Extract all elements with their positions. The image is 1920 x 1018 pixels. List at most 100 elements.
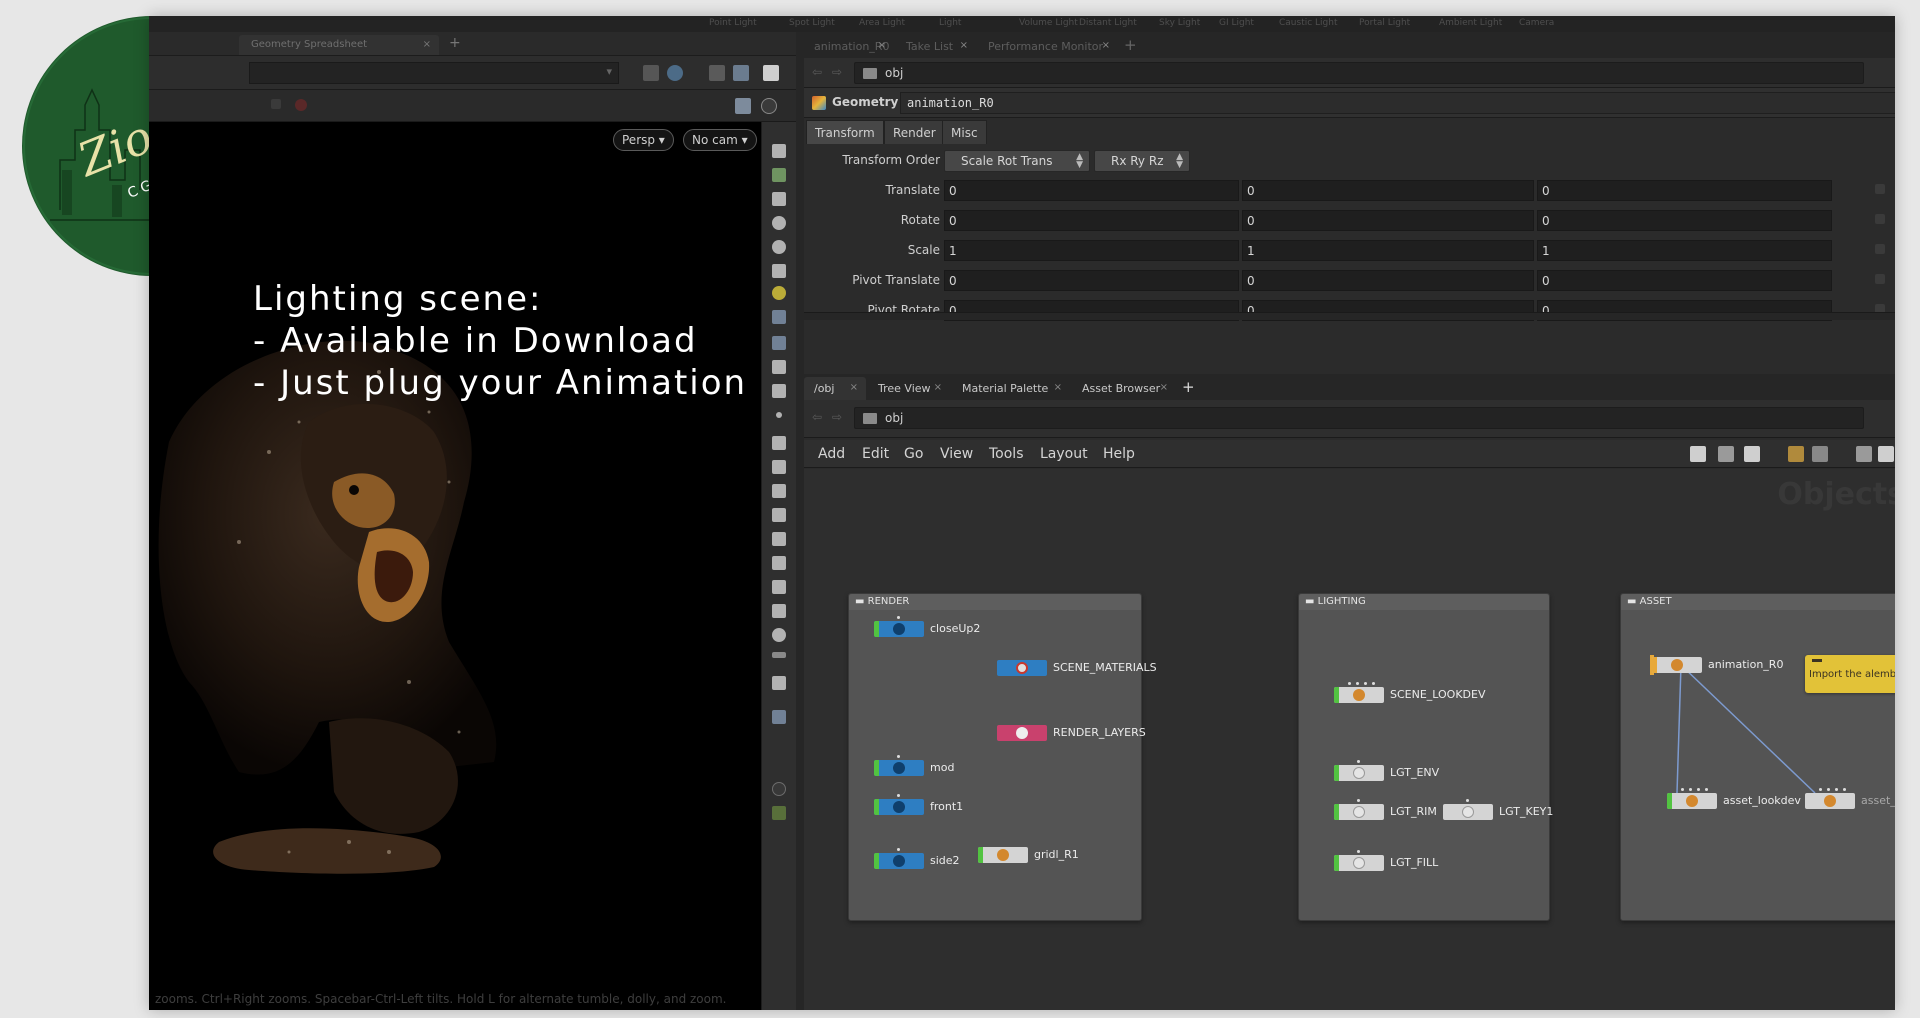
display-icon[interactable] xyxy=(709,65,725,81)
tab-animation[interactable]: animation_R0 × xyxy=(804,35,894,58)
info-icon[interactable] xyxy=(772,782,786,796)
scale-z-field[interactable]: 1 xyxy=(1537,240,1832,261)
corner-icon[interactable] xyxy=(772,556,786,570)
shelf-tool-label[interactable]: Portal Light xyxy=(1359,18,1410,28)
sticky-collapse-icon[interactable] xyxy=(1812,659,1822,662)
shelf-tool-label[interactable]: Spot Light xyxy=(789,18,835,28)
close-icon[interactable]: × xyxy=(878,40,886,51)
layout-icon[interactable] xyxy=(772,806,786,820)
eye-icon[interactable] xyxy=(772,144,786,158)
add-tab-icon[interactable]: + xyxy=(449,35,461,51)
no-cam-button[interactable]: No cam ▾ xyxy=(683,129,757,151)
rotation-order-menu[interactable]: Rx Ry Rz ▲ ▼ xyxy=(1094,150,1190,172)
display-options-icon[interactable] xyxy=(735,98,751,114)
snap-icon[interactable] xyxy=(772,216,786,230)
back-arrow-icon[interactable]: ⇦ xyxy=(812,410,822,424)
transform-order-menu[interactable]: Scale Rot Trans ▲ ▼ xyxy=(944,150,1090,172)
param-path-field[interactable]: obj xyxy=(854,62,1864,84)
node-display-flag[interactable] xyxy=(978,847,983,863)
wrench-icon[interactable] xyxy=(1690,446,1706,462)
image-icon[interactable] xyxy=(1856,446,1872,462)
tab-tree-view[interactable]: Tree View × xyxy=(868,377,950,400)
close-icon[interactable]: × xyxy=(1102,40,1110,51)
node-display-flag[interactable] xyxy=(1334,855,1339,871)
close-icon[interactable]: × xyxy=(1160,382,1168,393)
pivot-icon[interactable] xyxy=(772,604,786,618)
shelf-tool-label[interactable]: Ambient Light xyxy=(1439,18,1502,28)
pivot-translate-x-field[interactable]: 0 xyxy=(944,270,1239,291)
node-display-flag[interactable] xyxy=(874,621,879,637)
grid-icon[interactable] xyxy=(1788,446,1804,462)
close-icon[interactable]: × xyxy=(960,40,968,51)
tab-obj[interactable]: /obj × xyxy=(804,377,866,400)
location-icon[interactable] xyxy=(772,710,786,724)
chevron-down-icon[interactable]: ▾ xyxy=(606,65,612,78)
close-icon[interactable]: × xyxy=(423,39,431,50)
grid-icon[interactable] xyxy=(772,676,786,690)
lock-icon[interactable] xyxy=(772,192,786,206)
number-icon[interactable] xyxy=(772,484,786,498)
node-name-field[interactable]: animation_R0 xyxy=(900,92,1895,114)
list-icon[interactable] xyxy=(1744,446,1760,462)
tab-transform[interactable]: Transform xyxy=(806,120,884,144)
keyframe-icon[interactable] xyxy=(1875,244,1885,254)
shelf-tool-label[interactable]: Light xyxy=(939,18,961,28)
tab-material-palette[interactable]: Material Palette × xyxy=(952,377,1070,400)
menu-add[interactable]: Add xyxy=(818,446,845,462)
stack-icon[interactable] xyxy=(772,532,786,546)
network-icon[interactable] xyxy=(733,65,749,81)
camera-icon[interactable] xyxy=(772,310,786,324)
circle-icon[interactable] xyxy=(772,628,786,642)
paint-icon[interactable] xyxy=(772,508,786,522)
pane-splitter[interactable] xyxy=(796,32,804,1010)
close-icon[interactable]: × xyxy=(934,382,942,393)
pivot-translate-y-field[interactable]: 0 xyxy=(1242,270,1534,291)
menu-go[interactable]: Go xyxy=(904,446,923,462)
keyframe-icon[interactable] xyxy=(1875,274,1885,284)
translate-z-field[interactable]: 0 xyxy=(1537,180,1832,201)
menu-help[interactable]: Help xyxy=(1103,446,1135,462)
brush-icon[interactable] xyxy=(772,384,786,398)
close-icon[interactable]: × xyxy=(850,382,858,393)
shelf-tool-label[interactable]: Point Light xyxy=(709,18,757,28)
pin-icon[interactable] xyxy=(643,65,659,81)
scale-y-field[interactable]: 1 xyxy=(1242,240,1534,261)
node-display-flag[interactable] xyxy=(1334,687,1339,703)
transform-icon[interactable] xyxy=(772,580,786,594)
tab-misc[interactable]: Misc xyxy=(942,120,987,144)
menu-edit[interactable]: Edit xyxy=(862,446,889,462)
node-display-flag[interactable] xyxy=(874,799,879,815)
handle-icon[interactable] xyxy=(772,360,786,374)
network-path-field[interactable]: obj xyxy=(854,407,1864,429)
help-icon[interactable] xyxy=(761,98,777,114)
pen-icon[interactable] xyxy=(772,460,786,474)
translate-x-field[interactable]: 0 xyxy=(944,180,1239,201)
scale-x-field[interactable]: 1 xyxy=(944,240,1239,261)
sticky-note[interactable]: Import the alembic cache in scale 1:1 xyxy=(1805,655,1895,693)
horizontal-splitter[interactable] xyxy=(804,312,1895,320)
pivot-translate-z-field[interactable]: 0 xyxy=(1537,270,1832,291)
select-icon[interactable] xyxy=(772,168,786,182)
light-icon[interactable] xyxy=(772,264,786,278)
tab-take-list[interactable]: Take List × xyxy=(896,35,976,58)
shelf-tool-label[interactable]: Sky Light xyxy=(1159,18,1200,28)
tree-icon[interactable] xyxy=(1718,446,1734,462)
shelf-tool-label[interactable]: Distant Light xyxy=(1079,18,1137,28)
rotate-x-field[interactable]: 0 xyxy=(944,210,1239,231)
dot-icon[interactable] xyxy=(776,412,782,418)
forward-arrow-icon[interactable]: ⇨ xyxy=(832,410,842,424)
camera-persp-button[interactable]: Persp ▾ xyxy=(613,129,674,151)
menu-view[interactable]: View xyxy=(940,446,973,462)
shelf-tool-label[interactable]: GI Light xyxy=(1219,18,1254,28)
node-display-flag[interactable] xyxy=(1334,765,1339,781)
node-display-flag[interactable] xyxy=(1334,804,1339,820)
translate-y-field[interactable]: 0 xyxy=(1242,180,1534,201)
keyframe-icon[interactable] xyxy=(1875,214,1885,224)
shelf-tool-label[interactable]: Volume Light xyxy=(1019,18,1078,28)
keyframe-icon[interactable] xyxy=(1875,184,1885,194)
toolbar-square-icon[interactable] xyxy=(271,99,281,109)
network-editor[interactable]: Objects ▬ RENDER ▬ LIGHTING ▬ ASSET clos… xyxy=(804,469,1895,1010)
tab-render[interactable]: Render xyxy=(884,120,945,144)
shelf-tool-label[interactable]: Caustic Light xyxy=(1279,18,1338,28)
menu-layout[interactable]: Layout xyxy=(1040,446,1088,462)
